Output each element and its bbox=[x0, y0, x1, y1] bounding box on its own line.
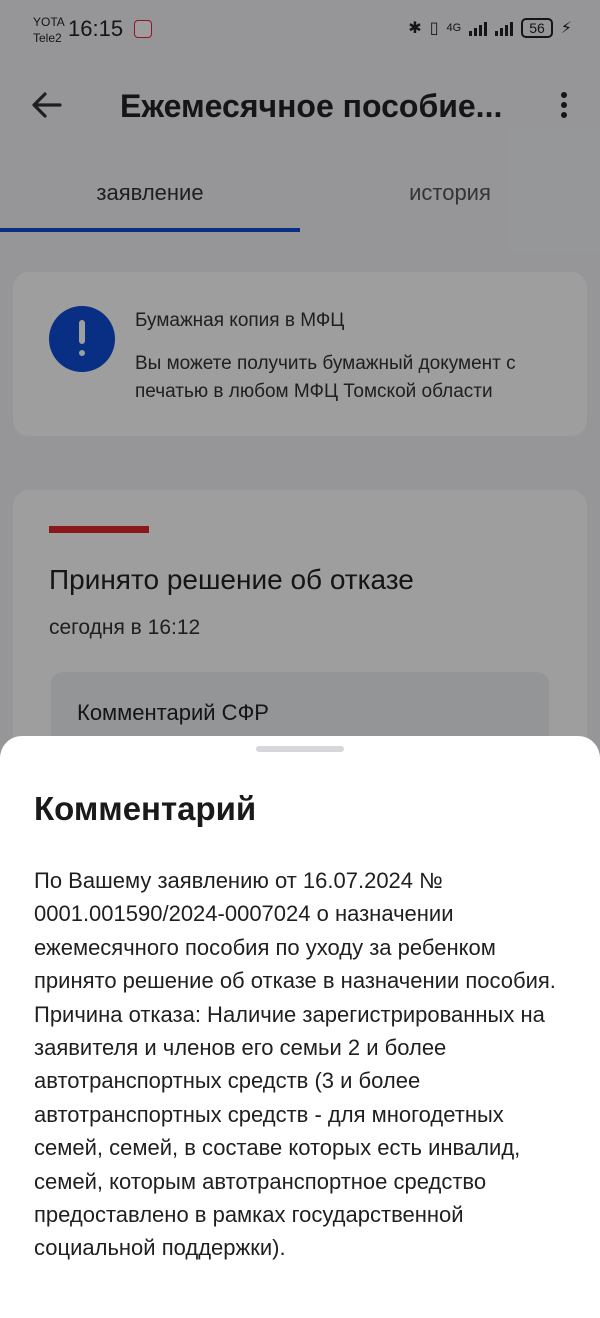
sheet-drag-handle[interactable] bbox=[256, 746, 344, 752]
comment-bottom-sheet: Комментарий По Вашему заявлению от 16.07… bbox=[0, 736, 600, 1318]
sheet-title: Комментарий bbox=[34, 790, 257, 827]
sheet-comment-text: По Вашему заявлению от 16.07.2024 № 0001… bbox=[34, 868, 556, 1261]
